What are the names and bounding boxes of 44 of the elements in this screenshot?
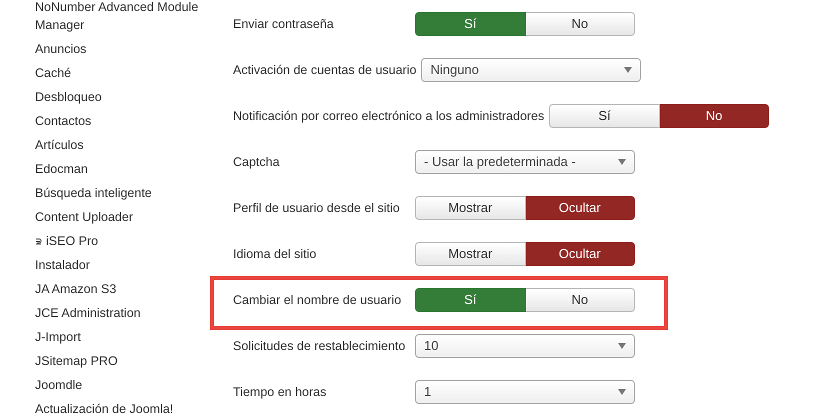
toggle-option[interactable]: Sí	[415, 288, 526, 312]
toggle-option[interactable]: Mostrar	[415, 242, 526, 266]
caret-icon	[618, 343, 626, 349]
setting-label: Cambiar el nombre de usuario	[233, 292, 402, 309]
toggle-option[interactable]: Sí	[549, 104, 660, 128]
setting-label: Tiempo en horas	[233, 384, 328, 401]
sidebar-link[interactable]: JCE Administration	[35, 304, 141, 322]
toggle-option[interactable]: Ocultar	[526, 242, 635, 266]
sidebar-link[interactable]: JA Amazon S3	[35, 280, 116, 298]
sidebar-link[interactable]: Caché	[35, 64, 72, 82]
toggle-option[interactable]: No	[660, 104, 770, 128]
select-field[interactable]: - Usar la predeterminada -	[415, 150, 635, 174]
sidebar-link[interactable]: Joomdle	[35, 376, 82, 394]
setting-label: Solicitudes de restablecimiento	[233, 338, 406, 355]
toggle-option[interactable]: Sí	[415, 12, 526, 36]
setting-label: Activación de cuentas de usuario	[233, 62, 418, 79]
caret-icon	[618, 159, 626, 165]
toggle-option[interactable]: No	[526, 12, 635, 36]
toggle-option[interactable]: Ocultar	[526, 196, 635, 220]
sidebar-link[interactable]: Edocman	[35, 160, 88, 178]
setting-label: Perfil de usuario desde el sitio	[233, 200, 401, 217]
toggle-option[interactable]: No	[526, 288, 635, 312]
sidebar-link[interactable]: Anuncios	[35, 40, 86, 58]
caret-icon	[618, 389, 626, 395]
setting-label: Idioma del sitio	[233, 246, 318, 263]
sidebar-link[interactable]: NoNumber Advanced Module Manager	[35, 0, 210, 34]
sidebar-link[interactable]: Contactos	[35, 112, 92, 130]
setting-label: Enviar contraseña	[233, 16, 335, 33]
sidebar-link[interactable]: Artículos	[35, 136, 84, 154]
select-field[interactable]: 10	[415, 334, 635, 358]
select-field[interactable]: 1	[415, 380, 635, 404]
caret-icon	[624, 67, 632, 73]
sidebar-link[interactable]: Instalador	[35, 256, 90, 274]
sidebar-link[interactable]: Búsqueda inteligente	[35, 184, 152, 202]
setting-label: Notificación por correo electrónico a los administradores	[233, 108, 546, 125]
setting-label: Captcha	[233, 154, 281, 171]
sidebar-link[interactable]: iSEO Pro	[46, 232, 98, 250]
sidebar-link[interactable]: Content Uploader	[35, 208, 133, 226]
toggle-option[interactable]: Mostrar	[415, 196, 526, 220]
sidebar-link[interactable]: Desbloqueo	[35, 88, 102, 106]
sidebar-link[interactable]: JSitemap PRO	[35, 352, 118, 370]
sidebar-link[interactable]: J-Import	[35, 328, 81, 346]
sidebar-link[interactable]: Actualización de Joomla!	[35, 400, 174, 415]
select-field[interactable]: Ninguno	[421, 58, 642, 82]
